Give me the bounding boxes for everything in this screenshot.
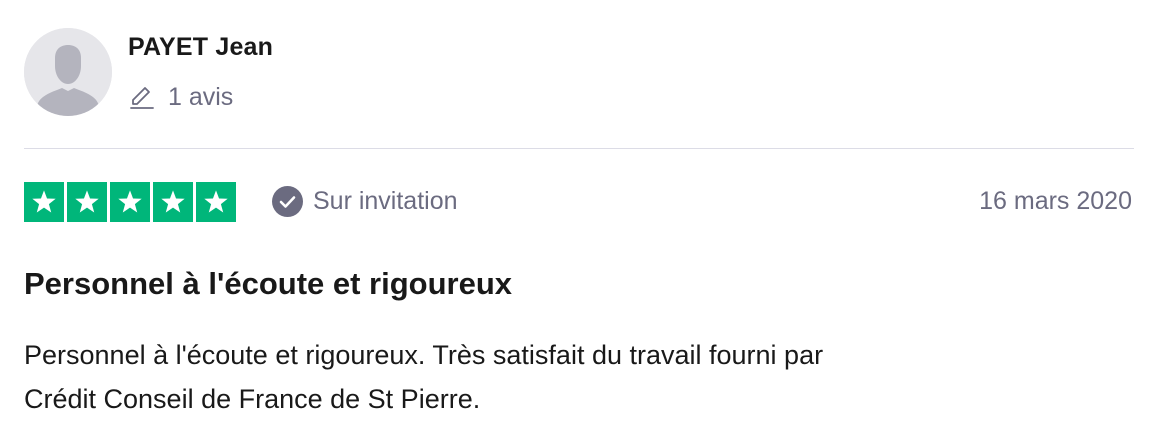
section-divider — [24, 148, 1134, 149]
reviewer-name[interactable]: PAYET Jean — [128, 33, 273, 62]
review-body-line: Crédit Conseil de France de St Pierre. — [24, 384, 481, 414]
check-circle-icon — [272, 185, 303, 217]
user-silhouette-icon — [24, 28, 112, 116]
star-icon — [24, 182, 64, 222]
star-icon — [153, 182, 193, 222]
review-date: 16 mars 2020 — [979, 187, 1132, 215]
pencil-icon — [130, 87, 154, 109]
star-rating — [24, 182, 236, 222]
review-title[interactable]: Personnel à l'écoute et rigoureux — [24, 266, 512, 302]
verification-label: Sur invitation — [313, 186, 458, 215]
reviewer-review-count[interactable]: 1 avis — [128, 80, 233, 114]
review-count-label: 1 avis — [168, 82, 234, 111]
verification-badge[interactable]: Sur invitation — [272, 184, 458, 218]
star-icon — [67, 182, 107, 222]
star-icon — [196, 182, 236, 222]
star-icon — [110, 182, 150, 222]
reviewer-avatar[interactable] — [24, 28, 112, 116]
review-body: Personnel à l'écoute et rigoureux. Très … — [24, 333, 1134, 421]
review-body-line: Personnel à l'écoute et rigoureux. Très … — [24, 340, 824, 370]
